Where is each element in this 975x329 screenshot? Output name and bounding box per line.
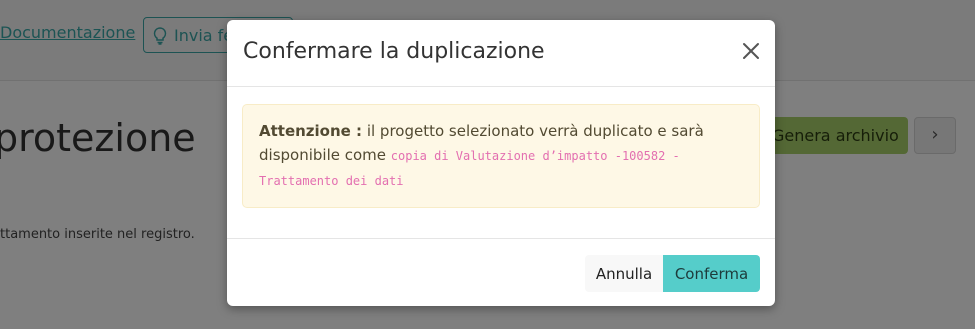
warning-alert: Attenzione : il progetto selezionato ver… xyxy=(242,104,760,208)
modal-body: Attenzione : il progetto selezionato ver… xyxy=(227,87,775,239)
duplicate-confirm-dialog: Confermare la duplicazione Attenzione : … xyxy=(227,20,775,306)
confirm-button[interactable]: Conferma xyxy=(663,255,760,292)
alert-label: Attenzione : xyxy=(259,122,363,140)
modal-title: Confermare la duplicazione xyxy=(243,39,545,64)
close-button[interactable] xyxy=(741,41,761,61)
modal-header: Confermare la duplicazione xyxy=(227,20,775,87)
cancel-button[interactable]: Annulla xyxy=(585,255,663,292)
modal-footer: Annulla Conferma xyxy=(227,238,775,306)
close-icon xyxy=(741,43,761,65)
